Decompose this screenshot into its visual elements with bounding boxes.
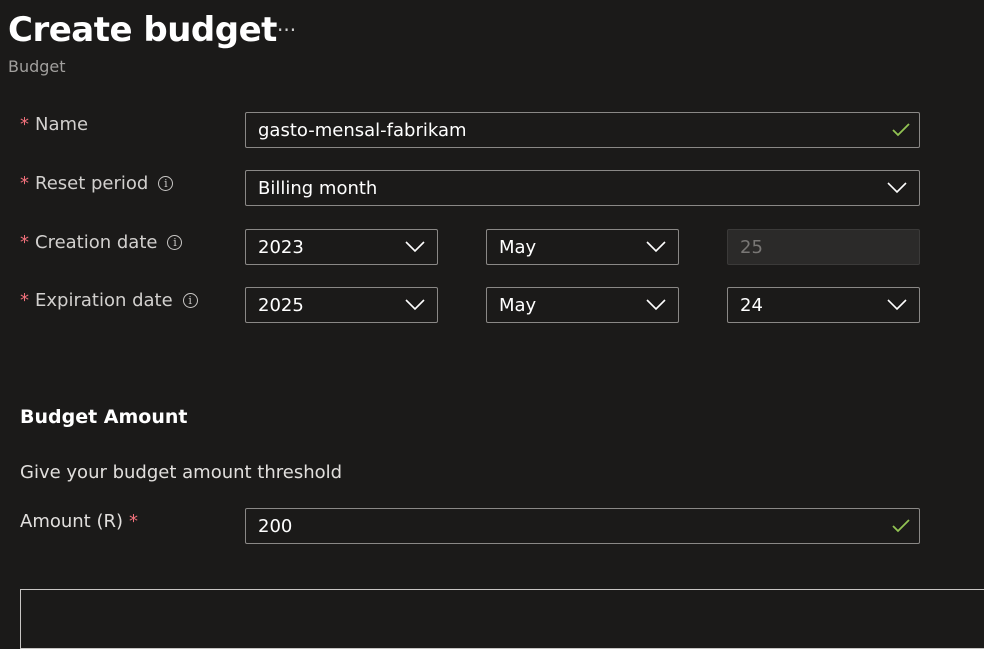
page-title: Create budget bbox=[8, 10, 277, 50]
amount-label: Amount (R) * bbox=[20, 511, 138, 532]
required-asterisk: * bbox=[20, 290, 29, 311]
chevron-down-icon bbox=[887, 299, 907, 311]
amount-input-value: 200 bbox=[258, 515, 293, 537]
info-icon[interactable]: i bbox=[158, 176, 174, 191]
reset-period-label-text: Reset period bbox=[35, 173, 149, 194]
chevron-down-icon bbox=[405, 241, 425, 253]
required-asterisk: * bbox=[20, 114, 29, 135]
creation-date-label-text: Creation date bbox=[35, 232, 158, 253]
budget-chart-panel bbox=[20, 589, 984, 649]
chevron-down-icon bbox=[887, 182, 907, 194]
checkmark-icon bbox=[892, 123, 910, 137]
more-options-button[interactable]: ··· bbox=[277, 18, 296, 42]
required-asterisk: * bbox=[20, 173, 29, 194]
name-input-value: gasto-mensal-fabrikam bbox=[258, 119, 467, 141]
creation-year-value: 2023 bbox=[258, 236, 304, 258]
expiration-date-label: * Expiration date i bbox=[20, 290, 198, 311]
name-label-text: Name bbox=[35, 114, 89, 135]
chevron-down-icon bbox=[646, 299, 666, 311]
amount-input[interactable]: 200 bbox=[245, 508, 920, 544]
creation-day-field: 25 bbox=[727, 229, 920, 265]
expiration-year-value: 2025 bbox=[258, 294, 304, 316]
expiration-date-label-text: Expiration date bbox=[35, 290, 173, 311]
creation-year-dropdown[interactable]: 2023 bbox=[245, 229, 438, 265]
budget-amount-description: Give your budget amount threshold bbox=[20, 462, 343, 483]
reset-period-dropdown[interactable]: Billing month bbox=[245, 170, 920, 206]
reset-period-label: * Reset period i bbox=[20, 173, 174, 194]
chevron-down-icon bbox=[646, 241, 666, 253]
checkmark-icon bbox=[892, 519, 910, 533]
creation-month-dropdown[interactable]: May bbox=[486, 229, 679, 265]
budget-amount-heading: Budget Amount bbox=[20, 406, 188, 428]
creation-date-label: * Creation date i bbox=[20, 232, 183, 253]
expiration-month-value: May bbox=[499, 294, 537, 316]
amount-label-text: Amount (R) bbox=[20, 511, 124, 532]
page-subtitle: Budget bbox=[8, 57, 66, 76]
required-asterisk: * bbox=[129, 511, 139, 532]
name-input[interactable]: gasto-mensal-fabrikam bbox=[245, 112, 920, 148]
info-icon[interactable]: i bbox=[167, 235, 183, 250]
expiration-year-dropdown[interactable]: 2025 bbox=[245, 287, 438, 323]
required-asterisk: * bbox=[20, 232, 29, 253]
expiration-day-value: 24 bbox=[740, 294, 763, 316]
expiration-day-dropdown[interactable]: 24 bbox=[727, 287, 920, 323]
name-label: * Name bbox=[20, 114, 88, 135]
info-icon[interactable]: i bbox=[182, 293, 198, 308]
chevron-down-icon bbox=[405, 299, 425, 311]
creation-day-value: 25 bbox=[740, 236, 763, 258]
creation-month-value: May bbox=[499, 236, 537, 258]
expiration-month-dropdown[interactable]: May bbox=[486, 287, 679, 323]
reset-period-value: Billing month bbox=[258, 177, 378, 199]
